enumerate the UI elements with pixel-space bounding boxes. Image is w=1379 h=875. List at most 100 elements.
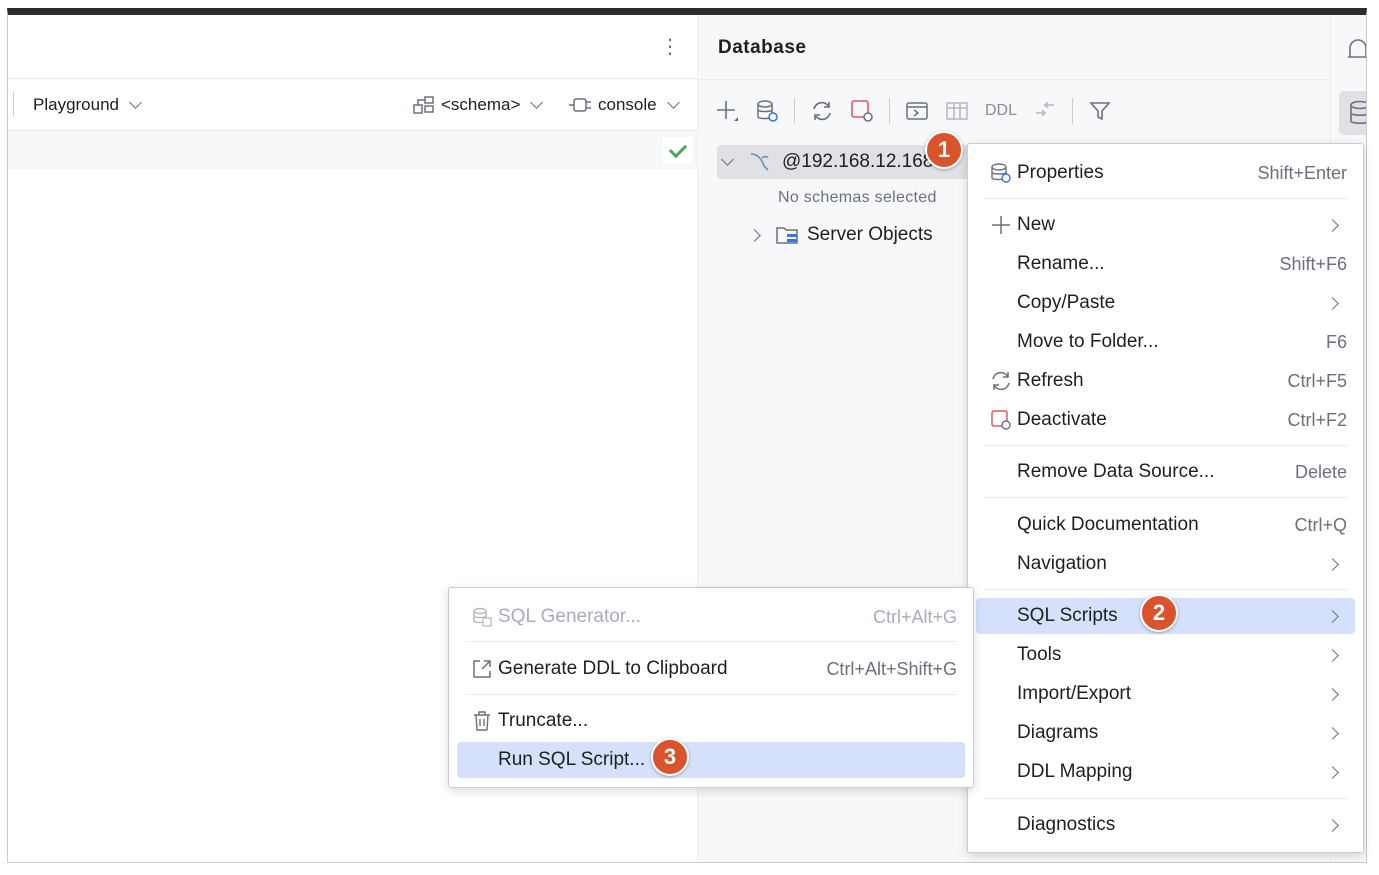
toolbar-separator — [1072, 98, 1073, 124]
schema-icon — [413, 96, 434, 114]
menu-separator — [984, 589, 1347, 590]
editor-current-line[interactable] — [8, 131, 697, 169]
more-options-icon[interactable]: ⋮ — [658, 33, 682, 61]
table-icon[interactable] — [944, 98, 970, 124]
menu-item-label: Truncate... — [498, 710, 589, 731]
chevron-down-icon — [666, 96, 680, 109]
menu-item-label: Copy/Paste — [1017, 292, 1116, 313]
menu-item-label: Quick Documentation — [1017, 514, 1199, 535]
menu-separator — [984, 798, 1347, 799]
menu-item-label: Refresh — [1017, 370, 1084, 391]
folder-icon — [776, 227, 798, 244]
mysql-icon — [750, 153, 769, 171]
menu-item-label: SQL Generator... — [498, 606, 641, 627]
toolbar-separator — [794, 98, 795, 124]
plus-icon — [988, 212, 1014, 238]
plug-icon — [569, 98, 591, 112]
menu-item-new[interactable]: New — [976, 207, 1355, 243]
pane-title: Database — [718, 37, 807, 58]
chevron-right-icon — [1326, 765, 1339, 779]
tree-item-server-objects[interactable]: Server Objects — [748, 218, 933, 252]
no-schemas-label: No schemas selected — [778, 189, 937, 206]
menu-item-label: Deactivate — [1017, 409, 1107, 430]
database-tool-button[interactable] — [1339, 91, 1366, 135]
properties-icon — [988, 160, 1014, 186]
add-icon[interactable] — [714, 98, 740, 124]
check-icon — [663, 137, 693, 163]
menu-item-properties[interactable]: Properties Shift+Enter — [976, 155, 1355, 191]
menu-item-label: Properties — [1017, 162, 1104, 183]
toolbar-separator — [13, 91, 14, 117]
filter-icon[interactable] — [1087, 98, 1113, 124]
sql-generator-icon — [469, 604, 495, 630]
menu-item-shortcut: Delete — [1294, 461, 1347, 482]
menu-item-remove-data-source[interactable]: Remove Data Source... Delete — [976, 454, 1355, 490]
menu-item-shortcut: Ctrl+F5 — [1287, 370, 1347, 391]
deactivate-icon[interactable] — [849, 98, 875, 124]
menu-item-navigation[interactable]: Navigation — [976, 546, 1355, 582]
divider — [698, 79, 1330, 80]
menu-separator — [465, 641, 957, 642]
menu-item-label: New — [1017, 214, 1056, 235]
menu-item-diagrams[interactable]: Diagrams — [976, 715, 1355, 751]
menu-item-label: Move to Folder... — [1017, 331, 1159, 352]
menu-item-label: Rename... — [1017, 253, 1105, 274]
chevron-down-icon — [129, 96, 142, 109]
console-selector[interactable]: console — [568, 79, 680, 131]
schema-label: <schema> — [441, 95, 521, 114]
database-icon — [1350, 100, 1366, 125]
submenu-item-sql-generator[interactable]: SQL Generator... Ctrl+Alt+G — [457, 599, 965, 635]
menu-item-shortcut: Ctrl+Q — [1294, 514, 1347, 535]
context-menu: Properties Shift+Enter New Rename... Shi… — [967, 143, 1364, 853]
chevron-right-icon — [1326, 687, 1339, 701]
submenu-item-generate-ddl[interactable]: Generate DDL to Clipboard Ctrl+Alt+Shift… — [457, 651, 965, 687]
trash-icon — [469, 708, 495, 734]
console-icon[interactable] — [904, 98, 930, 124]
submenu-item-run-sql-script[interactable]: Run SQL Script... — [457, 742, 965, 778]
menu-separator — [984, 497, 1347, 498]
console-label: console — [598, 95, 657, 114]
jump-icon[interactable] — [1032, 98, 1058, 124]
playground-label: Playground — [33, 95, 120, 114]
menu-item-import-export[interactable]: Import/Export — [976, 676, 1355, 712]
database-toolbar: DDL — [714, 93, 1113, 129]
menu-item-label: Navigation — [1017, 553, 1107, 574]
chevron-down-icon — [530, 96, 544, 109]
chevron-right-icon — [1326, 609, 1339, 623]
chevron-right-icon — [1326, 557, 1339, 571]
chevron-right-icon — [1326, 648, 1339, 662]
ddl-button[interactable]: DDL — [984, 98, 1018, 124]
data-source-properties-icon[interactable] — [754, 98, 780, 124]
chevron-right-icon — [1326, 218, 1339, 232]
connection-label: @192.168.12.168 — [782, 151, 934, 172]
menu-item-rename[interactable]: Rename... Shift+F6 — [976, 246, 1355, 282]
menu-item-label: DDL Mapping — [1017, 761, 1133, 782]
menu-item-refresh[interactable]: Refresh Ctrl+F5 — [976, 363, 1355, 399]
menu-item-label: Remove Data Source... — [1017, 461, 1215, 482]
chevron-right-icon — [1326, 818, 1339, 832]
refresh-icon — [988, 368, 1014, 394]
step-badge-3: 3 — [651, 738, 689, 776]
menu-item-label: Tools — [1017, 644, 1062, 665]
menu-item-shortcut: Shift+Enter — [1257, 162, 1347, 183]
toolbar-separator — [889, 98, 890, 124]
menu-item-ddl-mapping[interactable]: DDL Mapping — [976, 754, 1355, 790]
menu-item-tools[interactable]: Tools — [976, 637, 1355, 673]
refresh-icon[interactable] — [809, 98, 835, 124]
schema-selector[interactable]: <schema> — [413, 79, 544, 131]
menu-item-label: Run SQL Script... — [498, 749, 646, 770]
server-objects-label: Server Objects — [807, 224, 933, 245]
bell-icon[interactable] — [1345, 35, 1367, 65]
menu-item-deactivate[interactable]: Deactivate Ctrl+F2 — [976, 402, 1355, 438]
menu-item-diagnostics[interactable]: Diagnostics — [976, 807, 1355, 843]
submenu-item-truncate[interactable]: Truncate... — [457, 703, 965, 739]
menu-item-move-to-folder[interactable]: Move to Folder... F6 — [976, 324, 1355, 360]
editor-header: ⋮ — [8, 15, 697, 79]
menu-item-copy-paste[interactable]: Copy/Paste — [976, 285, 1355, 321]
sql-scripts-submenu: SQL Generator... Ctrl+Alt+G Generate DDL… — [448, 587, 974, 788]
menu-separator — [984, 445, 1347, 446]
playground-selector[interactable]: Playground — [33, 79, 142, 131]
chevron-down-icon — [721, 153, 734, 166]
menu-item-label: Diagrams — [1017, 722, 1099, 743]
menu-item-quick-documentation[interactable]: Quick Documentation Ctrl+Q — [976, 507, 1355, 543]
